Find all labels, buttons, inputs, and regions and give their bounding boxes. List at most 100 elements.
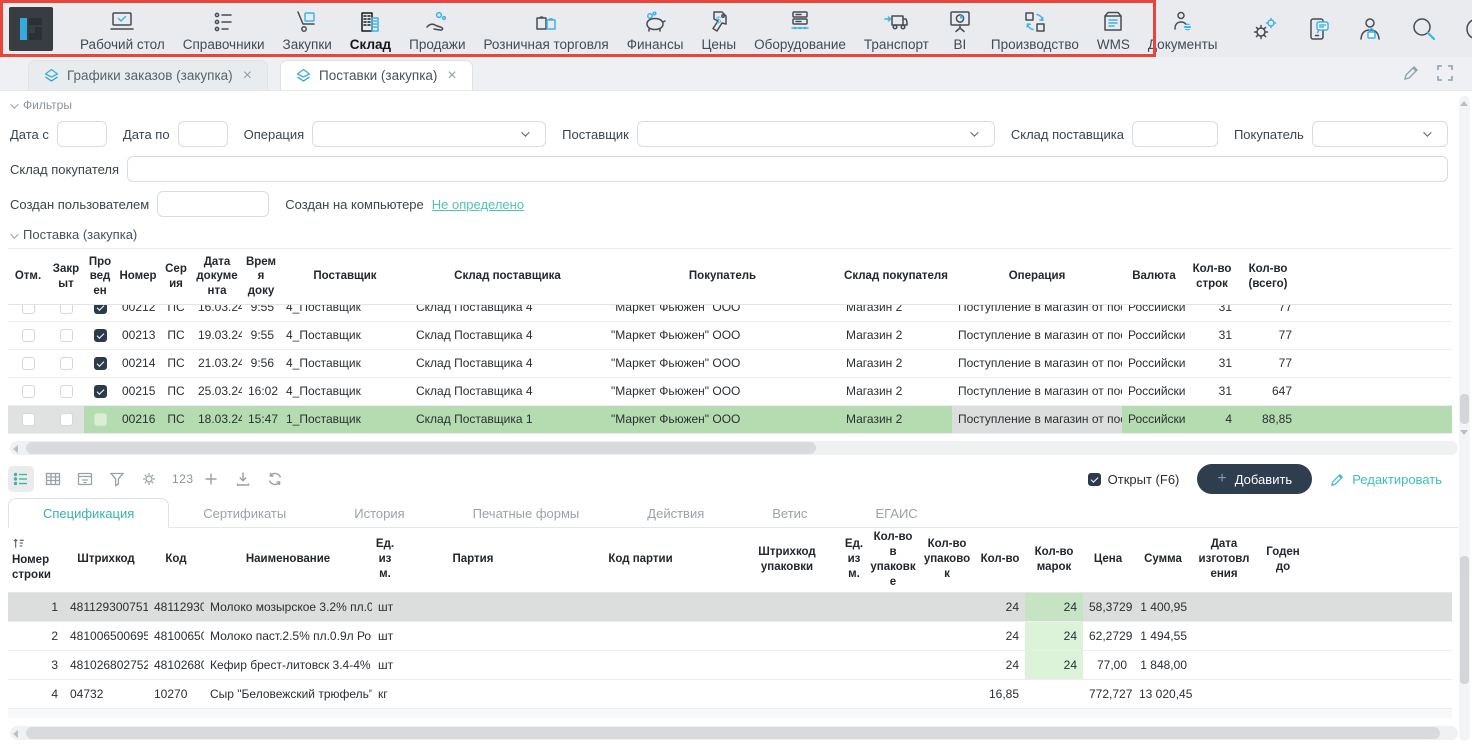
spec-row[interactable]: 3 4810268027529 48102680275 Кефир брест-… xyxy=(8,650,1452,679)
row-closed-checkbox[interactable] xyxy=(60,329,73,342)
menu-item-documents[interactable]: Документы xyxy=(1139,9,1227,52)
time-button[interactable] xyxy=(1462,14,1472,44)
col-header-otm[interactable]: Отм. xyxy=(8,249,48,305)
supplier-select[interactable] xyxy=(637,121,995,147)
spec-row-selected[interactable]: 1 4811293007517 48112930075 Молоко мозыр… xyxy=(8,592,1452,621)
col-header-pack-barcode[interactable]: Штрихкод упаковки xyxy=(733,528,841,592)
scroll-left-arrow[interactable] xyxy=(13,445,18,453)
col-header-pack-unit[interactable]: Ед. изм. xyxy=(841,528,867,592)
col-header-pack-count[interactable]: Кол-во упаковок xyxy=(919,528,975,592)
row-mark-checkbox[interactable] xyxy=(22,305,35,314)
col-header-expiry[interactable]: Годен до xyxy=(1255,528,1311,592)
add-row-button[interactable] xyxy=(198,466,224,492)
row-mark-checkbox[interactable] xyxy=(22,385,35,398)
row-posted-checkbox[interactable] xyxy=(94,357,107,370)
col-header-name[interactable]: Наименование xyxy=(204,528,372,592)
filter-button[interactable] xyxy=(104,466,130,492)
row-closed-checkbox[interactable] xyxy=(60,385,73,398)
col-header-supplier[interactable]: Поставщик xyxy=(280,249,410,305)
search-button[interactable] xyxy=(1409,14,1439,44)
col-header-batch[interactable]: Партия xyxy=(398,528,548,592)
col-header-marks[interactable]: Кол-во марок xyxy=(1025,528,1083,592)
row-posted-checkbox[interactable] xyxy=(94,305,107,314)
col-header-currency[interactable]: Валюта xyxy=(1122,249,1186,305)
fullscreen-icon[interactable] xyxy=(1436,64,1454,82)
view-grid-button[interactable] xyxy=(40,466,66,492)
row-closed-checkbox[interactable] xyxy=(60,305,73,314)
messages-button[interactable] xyxy=(1303,14,1333,44)
row-closed-checkbox[interactable] xyxy=(60,357,73,370)
col-header-series[interactable]: Серия xyxy=(160,249,192,305)
col-header-price[interactable]: Цена xyxy=(1083,528,1133,592)
menu-item-bi[interactable]: BI xyxy=(938,9,982,52)
col-header-unit[interactable]: Ед. изм. xyxy=(372,528,398,592)
view-list-button[interactable] xyxy=(8,466,34,492)
settings-button[interactable] xyxy=(1250,14,1280,44)
row-mark-checkbox[interactable] xyxy=(22,329,35,342)
created-on-value-link[interactable]: Не определено xyxy=(432,197,524,212)
row-posted-checkbox[interactable] xyxy=(94,329,107,342)
buyer-warehouse-input[interactable] xyxy=(127,156,1448,182)
app-logo[interactable] xyxy=(9,7,53,51)
col-header-prod-date[interactable]: Дата изготовления xyxy=(1193,528,1255,592)
menu-item-warehouse[interactable]: Склад xyxy=(341,9,400,52)
numbering-toggle[interactable]: 123 xyxy=(172,472,194,486)
col-header-lines[interactable]: Кол-во строк xyxy=(1186,249,1238,305)
open-f6-checkbox[interactable]: Открыт (F6) xyxy=(1088,472,1180,487)
scroll-left-arrow[interactable] xyxy=(13,730,18,738)
menu-item-production[interactable]: Производство xyxy=(982,9,1088,52)
row-closed-checkbox[interactable] xyxy=(60,413,73,426)
scrollbar-thumb[interactable] xyxy=(26,442,816,454)
scroll-up-arrow[interactable] xyxy=(1460,101,1468,106)
col-header-number[interactable]: Номер xyxy=(116,249,160,305)
col-header-total[interactable]: Кол-во (всего) xyxy=(1238,249,1298,305)
tab-order-charts[interactable]: Графики заказов (закупка) × xyxy=(28,60,268,90)
col-header-buyer-wh[interactable]: Склад покупателя xyxy=(840,249,952,305)
menu-item-finance[interactable]: Финансы xyxy=(618,9,693,52)
order-row[interactable]: 00213 ПС 19.03.24 9:55 4_Поставщик Склад… xyxy=(8,321,1452,349)
spec-row[interactable]: 4 04732 10270 Сыр "Беловежский трюфель" … xyxy=(8,679,1452,708)
spec-horizontal-scrollbar[interactable] xyxy=(10,726,1458,740)
sort-icon[interactable] xyxy=(12,537,25,550)
row-mark-checkbox[interactable] xyxy=(22,413,35,426)
tab-egais[interactable]: ЕГАИС xyxy=(841,498,951,528)
order-row[interactable]: 00215 ПС 25.03.24 16:02 4_Поставщик Скла… xyxy=(8,377,1452,405)
col-header-closed[interactable]: Закрыт xyxy=(48,249,84,305)
add-button[interactable]: + Добавить xyxy=(1197,464,1312,494)
col-header-code[interactable]: Код xyxy=(148,528,204,592)
col-header-qty-in-pack[interactable]: Кол-во в упаковке xyxy=(867,528,919,592)
export-button[interactable] xyxy=(230,466,256,492)
created-by-input[interactable] xyxy=(157,191,269,217)
close-tab-icon[interactable]: × xyxy=(243,68,252,84)
col-header-sum[interactable]: Сумма xyxy=(1133,528,1193,592)
menu-item-retail[interactable]: Розничная торговля xyxy=(475,9,618,52)
col-header-doc-date[interactable]: Дата документа xyxy=(192,249,242,305)
col-header-batch-code[interactable]: Код партии xyxy=(548,528,733,592)
col-header-posted[interactable]: Проведен xyxy=(84,249,116,305)
orders-section-header[interactable]: Поставка (закупка) xyxy=(10,227,1472,242)
col-header-line-number[interactable]: Номер строки xyxy=(8,528,64,592)
tab-print-forms[interactable]: Печатные формы xyxy=(439,498,614,528)
order-row[interactable]: 00214 ПС 21.03.24 9:56 4_Поставщик Склад… xyxy=(8,349,1452,377)
col-header-supplier-wh[interactable]: Склад поставщика xyxy=(410,249,605,305)
menu-item-directory[interactable]: Справочники xyxy=(174,9,274,52)
date-from-input[interactable] xyxy=(57,121,107,147)
col-header-qty[interactable]: Кол-во xyxy=(975,528,1025,592)
row-mark-checkbox[interactable] xyxy=(22,357,35,370)
col-header-barcode[interactable]: Штрихкод xyxy=(64,528,148,592)
menu-item-transport[interactable]: Транспорт xyxy=(855,9,938,52)
spec-row[interactable]: 2 4810065006956 48100650069 Молоко паст.… xyxy=(8,621,1452,650)
operation-select[interactable] xyxy=(312,121,546,147)
row-posted-checkbox[interactable] xyxy=(94,385,107,398)
orders-horizontal-scrollbar[interactable] xyxy=(10,441,1458,455)
col-header-operation[interactable]: Операция xyxy=(952,249,1122,305)
order-row[interactable]: 00212 ПС 16.03.24 9:55 4_Поставщик Склад… xyxy=(8,305,1452,321)
supplier-warehouse-input[interactable] xyxy=(1132,121,1218,147)
row-posted-checkbox[interactable] xyxy=(94,413,107,426)
tab-vetis[interactable]: Ветис xyxy=(738,498,841,528)
table-settings-button[interactable] xyxy=(136,466,162,492)
spec-vertical-thumb[interactable] xyxy=(1460,556,1469,684)
edit-link[interactable]: Редактировать xyxy=(1330,472,1442,487)
col-header-buyer[interactable]: Покупатель xyxy=(605,249,840,305)
tab-specification[interactable]: Спецификация xyxy=(8,498,169,528)
